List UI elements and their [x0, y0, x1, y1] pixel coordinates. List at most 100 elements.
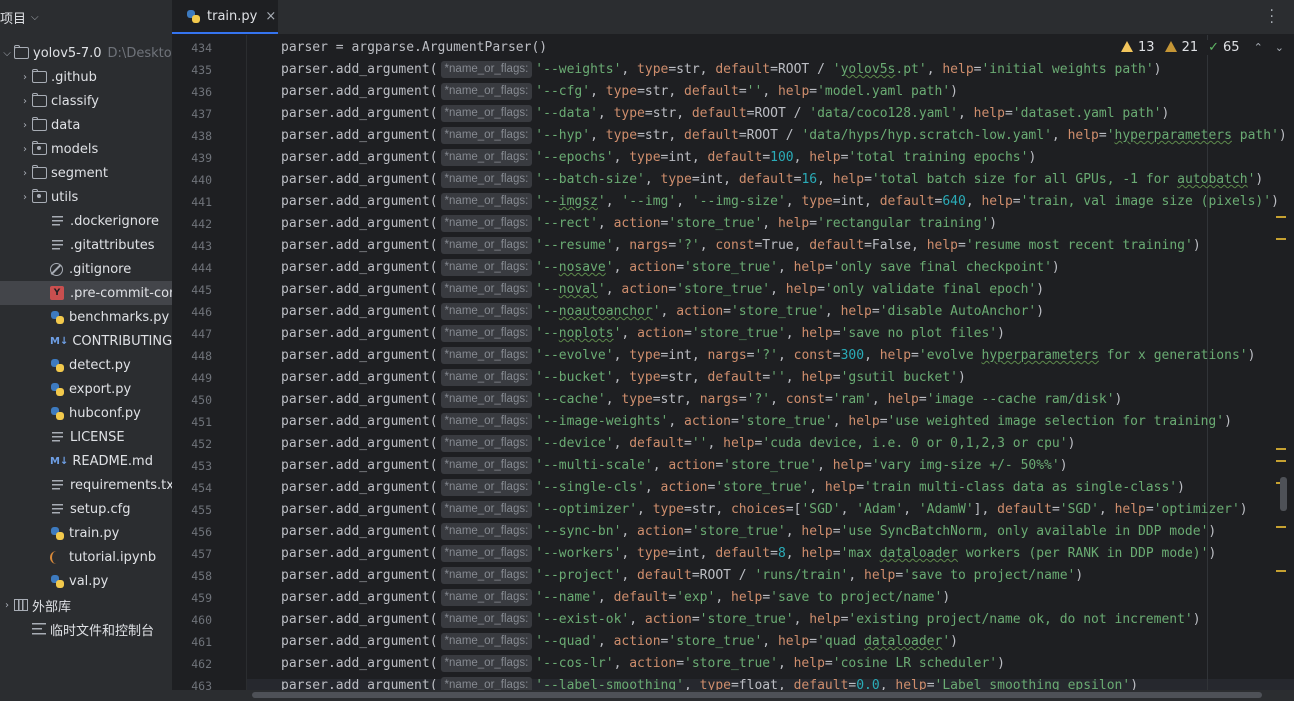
line-number: 450	[191, 393, 212, 407]
code-line[interactable]: parser.add_argument(*name_or_flags: '--we…	[281, 59, 1162, 81]
tree-item[interactable]: setup.cfg	[0, 497, 172, 521]
more-options-icon[interactable]: · · ·	[1270, 4, 1274, 30]
line-number-gutter[interactable]: 434 435 436 437 438 439 440 441 442 443 444 445 446 4…	[172, 35, 246, 701]
text-icon	[52, 479, 64, 491]
chevron-right-icon[interactable]: ⌵	[0, 48, 14, 59]
chevron-down-icon[interactable]: ⌵	[31, 12, 39, 23]
tree-item[interactable]: › .github	[0, 65, 172, 89]
tree-item[interactable]: benchmarks.py	[0, 305, 172, 329]
chevron-right-icon[interactable]: ›	[18, 96, 32, 107]
code-line[interactable]: parser.add_argument(*name_or_flags: '--re…	[281, 213, 997, 235]
tree-item[interactable]: ⌵ yolov5-7.0 D:\Deskto	[0, 41, 172, 65]
chevron-right-icon[interactable]: ›	[18, 192, 32, 203]
code-line[interactable]: parser.add_argument(*name_or_flags: '--si…	[281, 477, 1185, 499]
python-icon	[50, 382, 65, 397]
tree-item[interactable]: export.py	[0, 377, 172, 401]
tree-item[interactable]: M↓ README.md	[0, 449, 172, 473]
code-line[interactable]: parser.add_argument(*name_or_flags: '--op…	[281, 499, 1248, 521]
horizontal-scrollbar-thumb[interactable]	[252, 692, 1262, 698]
line-number: 436	[191, 85, 212, 99]
warning-marker[interactable]	[1276, 216, 1286, 218]
tree-item[interactable]: detect.py	[0, 353, 172, 377]
chevron-up-icon[interactable]: ⌃	[1254, 41, 1263, 54]
code-line[interactable]: parser.add_argument(*name_or_flags: '--re…	[281, 235, 1201, 257]
line-number: 447	[191, 327, 212, 341]
chevron-right-icon[interactable]: ›	[18, 120, 32, 131]
chevron-right-icon[interactable]: ›	[18, 72, 32, 83]
code-line[interactable]: parser.add_argument(*name_or_flags: '--wo…	[281, 543, 1216, 565]
project-view-title[interactable]: 项目	[0, 8, 26, 27]
folder-icon	[32, 69, 47, 83]
inspection-widget[interactable]: 13 21 ✓ 65 ⌃ ⌄	[1117, 40, 1284, 55]
tree-item[interactable]: › 外部库	[0, 593, 172, 617]
code-line[interactable]: parser.add_argument(*name_or_flags: '--cf…	[281, 81, 958, 103]
tree-item[interactable]: val.py	[0, 569, 172, 593]
project-view-header[interactable]: 项目 ⌵	[0, 0, 172, 34]
code-line[interactable]: parser.add_argument(*name_or_flags: '--sy…	[281, 521, 1216, 543]
line-number: 441	[191, 195, 212, 209]
code-line[interactable]: parser.add_argument(*name_or_flags: '--de…	[281, 433, 1075, 455]
tree-item[interactable]: Y .pre-commit-confi	[0, 281, 172, 305]
code-line[interactable]: parser.add_argument(*name_or_flags: '--ca…	[281, 389, 1122, 411]
tree-item[interactable]: › classify	[0, 89, 172, 113]
code-line[interactable]: parser.add_argument(*name_or_flags: '--im…	[281, 411, 1232, 433]
tree-item[interactable]: › models	[0, 137, 172, 161]
tree-item[interactable]: .gitignore	[0, 257, 172, 281]
tab-train-py[interactable]: train.py ×	[172, 0, 278, 34]
tree-item[interactable]: .dockerignore	[0, 209, 172, 233]
code-line[interactable]: parser.add_argument(*name_or_flags: '--qu…	[281, 631, 958, 653]
code-line[interactable]: parser.add_argument(*name_or_flags: '--no…	[281, 279, 1044, 301]
folder-icon	[32, 189, 47, 203]
code-line[interactable]: parser.add_argument(*name_or_flags: '--co…	[281, 653, 1005, 675]
line-number: 440	[191, 173, 212, 187]
parameter-name-hint: *name_or_flags:	[440, 259, 533, 276]
parameter-name-hint: *name_or_flags:	[440, 127, 533, 144]
code-line[interactable]: parser.add_argument(*name_or_flags: '--ev…	[281, 345, 1255, 367]
tree-item[interactable]: hubconf.py	[0, 401, 172, 425]
chevron-right-icon[interactable]: ›	[0, 600, 14, 611]
parameter-name-hint: *name_or_flags:	[440, 633, 533, 650]
tree-item[interactable]: 临时文件和控制台	[0, 617, 172, 641]
code-line[interactable]: parser = argparse.ArgumentParser()	[281, 37, 547, 59]
warning-marker[interactable]	[1276, 238, 1286, 240]
code-line[interactable]: parser.add_argument(*name_or_flags: '--mu…	[281, 455, 1068, 477]
warning-marker[interactable]	[1276, 448, 1286, 450]
code-line[interactable]: parser.add_argument(*name_or_flags: '--bu…	[281, 367, 966, 389]
line-number: 443	[191, 239, 212, 253]
code-line[interactable]: parser.add_argument(*name_or_flags: '--da…	[281, 103, 1169, 125]
code-line[interactable]: parser.add_argument(*name_or_flags: '--no…	[281, 301, 1044, 323]
tree-item[interactable]: › segment	[0, 161, 172, 185]
tree-item[interactable]: › data	[0, 113, 172, 137]
tree-item[interactable]: › utils	[0, 185, 172, 209]
code-line[interactable]: parser.add_argument(*name_or_flags: '--ex…	[281, 609, 1201, 631]
warning-marker[interactable]	[1276, 570, 1286, 572]
vertical-scrollbar-thumb[interactable]	[1280, 477, 1287, 511]
code-line[interactable]: parser.add_argument(*name_or_flags: '--no…	[281, 257, 1060, 279]
parameter-name-hint: *name_or_flags:	[440, 303, 533, 320]
code-line[interactable]: parser.add_argument(*name_or_flags: '--no…	[281, 323, 1005, 345]
tree-item[interactable]: .gitattributes	[0, 233, 172, 257]
chevron-right-icon[interactable]: ›	[18, 144, 32, 155]
code-line[interactable]: parser.add_argument(*name_or_flags: '--ep…	[281, 147, 1036, 169]
code-editor[interactable]: 434 435 436 437 438 439 440 441 442 443 444 445 446 4…	[172, 35, 1294, 701]
warning-marker[interactable]	[1276, 526, 1286, 528]
tree-item[interactable]: train.py	[0, 521, 172, 545]
tree-item[interactable]: M↓CONTRIBUTING.md	[0, 329, 172, 353]
line-number: 461	[191, 635, 212, 649]
tree-item[interactable]: tutorial.ipynb	[0, 545, 172, 569]
tree-item[interactable]: requirements.txt	[0, 473, 172, 497]
horizontal-scrollbar[interactable]	[172, 690, 1294, 701]
close-tab-icon[interactable]: ×	[265, 9, 276, 24]
code-line[interactable]: parser.add_argument(*name_or_flags: '--na…	[281, 587, 950, 609]
parameter-name-hint: *name_or_flags:	[440, 105, 533, 122]
warning-marker[interactable]	[1276, 460, 1286, 462]
tree-item-label: .gitignore	[69, 261, 132, 277]
code-line[interactable]: parser.add_argument(*name_or_flags: '--hy…	[281, 125, 1287, 147]
chevron-down-icon[interactable]: ⌄	[1275, 41, 1284, 54]
ignore-icon	[50, 262, 63, 276]
code-line[interactable]: parser.add_argument(*name_or_flags: '--im…	[281, 191, 1279, 213]
code-line[interactable]: parser.add_argument(*name_or_flags: '--pr…	[281, 565, 1083, 587]
code-line[interactable]: parser.add_argument(*name_or_flags: '--ba…	[281, 169, 1263, 191]
chevron-right-icon[interactable]: ›	[18, 168, 32, 179]
tree-item[interactable]: LICENSE	[0, 425, 172, 449]
